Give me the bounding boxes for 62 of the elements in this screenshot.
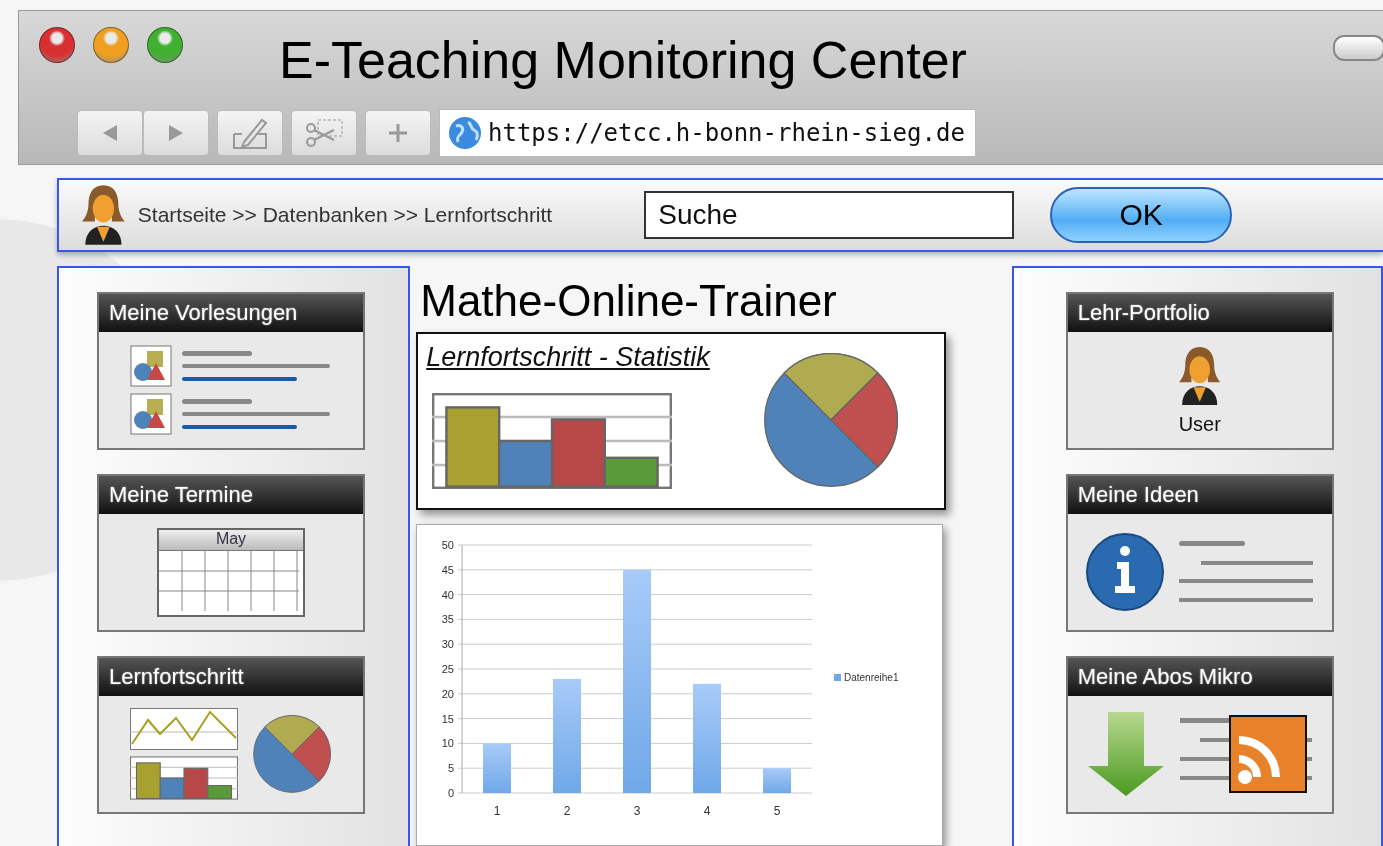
y-tick-label: 5 [448,762,455,775]
line-chart-icon [130,708,238,750]
widget-title: Lehr-Portfolio [1067,294,1332,332]
x-tick-label: 2 [563,804,571,818]
page-title: Mathe-Online-Trainer [420,276,838,326]
rss-feed-icon [1179,714,1314,794]
x-tick-label: 5 [773,804,781,818]
user-caption: User [1178,412,1221,436]
globe-icon [448,116,482,150]
y-tick-label: 40 [442,588,455,601]
person-icon [81,183,126,248]
toolbar-toggle-button[interactable] [1333,35,1383,61]
y-tick-label: 45 [442,563,455,576]
chart-bar [483,743,512,793]
text-lines-icon [182,350,332,382]
statistics-title[interactable]: Lernfortschritt - Statistik [426,342,710,372]
ok-button[interactable]: OK [1050,187,1233,244]
pie-chart-icon [252,714,332,794]
person-icon [1178,344,1222,407]
pencil-icon [232,116,268,150]
shapes-icon [130,393,172,435]
y-tick-label: 0 [448,787,455,799]
y-tick-label: 15 [442,712,455,725]
address-field[interactable]: https://etcc.h-bonn-rhein-sieg.de [439,109,976,157]
shapes-icon [130,345,172,387]
widget-title: Meine Vorlesungen [99,294,363,332]
chart-bar [763,768,792,793]
window-title: E-Teaching Monitoring Center [279,30,967,90]
forward-arrow-icon [167,123,185,143]
y-tick-label: 25 [442,663,455,675]
forward-button[interactable] [143,110,209,156]
x-tick-label: 3 [633,804,641,818]
plus-icon [387,122,409,144]
y-tick-label: 35 [442,613,455,626]
scissors-icon [304,118,344,148]
back-button[interactable] [77,110,143,156]
x-tick-label: 1 [493,804,501,818]
back-arrow-icon [101,123,119,143]
widget-title: Meine Ideen [1067,476,1332,514]
info-icon [1084,532,1165,612]
text-lines-icon [1178,541,1315,603]
add-button[interactable] [365,110,431,156]
calendar-month: May [159,529,303,551]
y-tick-label: 50 [442,539,455,551]
y-tick-label: 30 [442,638,455,651]
pie-chart-icon [762,351,901,489]
cut-button[interactable] [291,110,357,156]
text-lines-icon [182,398,332,430]
widget-title: Lernfortschritt [99,658,363,696]
legend-label: Datenreihe1 [844,672,899,683]
close-button[interactable] [39,27,75,63]
widget-title: Meine Termine [99,476,363,514]
bar-chart-icon [130,756,238,800]
search-field[interactable]: Suche [644,191,1015,240]
x-tick-label: 4 [703,804,711,818]
minimize-button[interactable] [93,27,129,63]
edit-button[interactable] [217,110,283,156]
widget-title: Meine Abos Mikro [1067,658,1332,696]
y-tick-label: 20 [442,687,455,700]
zoom-button[interactable] [147,27,183,63]
breadcrumb: Startseite >> Datenbanken >> Lernfortschritt [137,203,553,228]
y-tick-label: 10 [442,737,455,750]
